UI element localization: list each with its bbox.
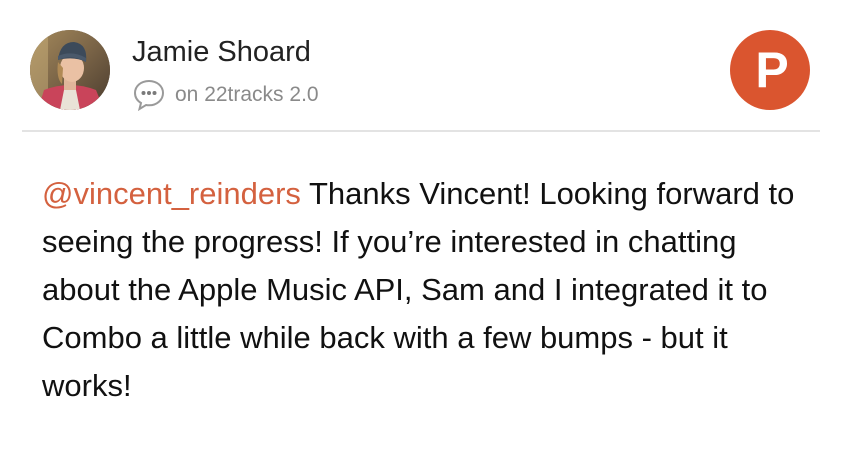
author-name[interactable]: Jamie Shoard (132, 36, 311, 69)
avatar-image (30, 30, 110, 110)
comment-text: @vincent_reinders Thanks Vincent! Lookin… (42, 170, 812, 410)
comment-card: Jamie Shoard on 22tracks 2.0 P @vincent_… (0, 0, 843, 464)
comment-bubble-icon (132, 78, 166, 112)
avatar[interactable] (30, 30, 110, 110)
product-hunt-icon: P (755, 42, 789, 98)
header-divider (22, 130, 820, 132)
comment-header: Jamie Shoard on 22tracks 2.0 P (22, 28, 820, 128)
post-link[interactable]: on 22tracks 2.0 (175, 83, 319, 107)
post-context: on 22tracks 2.0 (132, 78, 319, 112)
product-hunt-badge[interactable]: P (730, 30, 810, 110)
user-mention-link[interactable]: @vincent_reinders (42, 176, 301, 211)
